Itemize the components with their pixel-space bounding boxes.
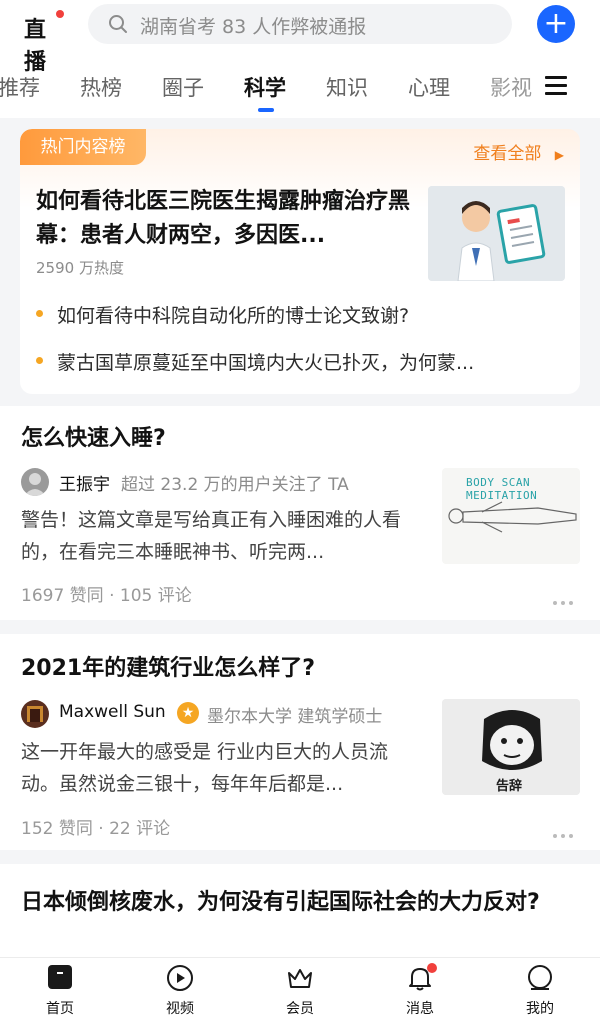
hot-item-text: 如何看待中科院自动化所的博士论文致谢? [57,305,410,327]
feed-card[interactable]: 怎么快速入睡? 王振宇 超过 23.2 万的用户关注了 TA 警告！这篇文章是写… [0,406,600,620]
video-icon [166,964,194,992]
search-icon [109,15,127,33]
doctor-thumbnail[interactable] [428,186,565,281]
hot-heat-count: 2590 万热度 [36,259,124,277]
tab-knowledge[interactable]: 知识 [326,72,368,102]
bullet-dot [36,357,43,364]
feed-card[interactable]: 2021年的建筑行业怎么样了? Maxwell Sun ★ 墨尔本大学 建筑学硕… [0,634,600,850]
live-logo[interactable]: 直播 [24,8,64,75]
author-row: 王振宇 超过 23.2 万的用户关注了 TA [21,468,431,496]
nav-profile[interactable]: 我的 [500,964,580,1018]
profile-icon [526,964,554,992]
hot-content-card[interactable]: 热门内容榜 查看全部 ▶ 如何看待北医三院医生揭露肿瘤治疗黑幕：患者人财两空，多… [20,129,580,394]
more-options-icon[interactable] [553,823,577,838]
meditation-figure-icon [448,501,577,533]
nav-label: 消息 [406,1001,434,1017]
question-title[interactable]: 日本倾倒核废水，为何没有引起国际社会的大力反对? [21,886,581,920]
tab-psychology[interactable]: 心理 [408,72,450,102]
thumbnail-caption: 告辞 [496,779,523,794]
active-tab-indicator [258,108,274,112]
author-name[interactable]: Maxwell Sun [59,702,166,722]
doctor-illustration-icon [428,186,565,281]
see-all-link[interactable]: 查看全部 ▶ [473,139,564,164]
avatar[interactable] [21,468,49,496]
live-indicator-dot [56,10,64,18]
search-placeholder: 湖南省考 83 人作弊被通报 [140,16,367,38]
nav-label: 视频 [166,1001,194,1017]
more-options-icon[interactable] [553,590,577,605]
answer-excerpt[interactable]: 这一开年最大的感受是 行业内巨大的人员流动。虽然说金三银十，每年年后都是... [21,736,425,800]
answer-stats: 1697 赞同 · 105 评论 [21,586,192,606]
question-title[interactable]: 2021年的建筑行业怎么样了? [21,652,315,686]
nav-vip[interactable]: 会员 [260,964,340,1018]
top-bar: 直播 湖南省考 83 人作弊被通报 + 推荐 热榜 圈子 科学 知识 心理 影视 [0,0,600,118]
tab-circles[interactable]: 圈子 [162,72,204,102]
plus-icon: + [543,6,569,41]
feed-card[interactable]: 日本倾倒核废水，为何没有引起国际社会的大力反对? [0,864,600,957]
avatar[interactable] [21,700,49,728]
tab-hot[interactable]: 热榜 [80,72,122,102]
nav-home[interactable]: 首页 [20,964,100,1018]
nav-messages[interactable]: 消息 [380,963,460,1018]
author-meta: 超过 23.2 万的用户关注了 TA [121,475,349,495]
create-button[interactable]: + [537,5,575,43]
nav-video[interactable]: 视频 [140,964,220,1018]
search-input[interactable]: 湖南省考 83 人作弊被通报 [88,4,512,44]
nav-label: 首页 [46,1001,74,1017]
question-title[interactable]: 怎么快速入睡? [21,422,166,456]
nav-label: 我的 [526,1001,554,1017]
answer-excerpt[interactable]: 警告！这篇文章是写给真正有入睡困难的人看的，在看完三本睡眠神书、听完两... [21,504,425,568]
author-name[interactable]: 王振宇 [59,470,110,495]
author-row: Maxwell Sun ★ 墨尔本大学 建筑学硕士 [21,700,431,728]
crown-icon [286,964,314,992]
hot-top-title[interactable]: 如何看待北医三院医生揭露肿瘤治疗黑幕：患者人财两空，多因医... [36,185,416,253]
bullet-dot [36,310,43,317]
nav-label: 会员 [286,1001,314,1017]
tab-recommend[interactable]: 推荐 [0,72,40,102]
answer-thumbnail[interactable]: BODY SCAN MEDITATION [442,468,580,564]
menu-icon[interactable] [545,76,567,96]
hot-list-badge: 热门内容榜 [20,129,146,165]
logo-text: 直播 [24,18,46,75]
home-icon [46,964,74,992]
notification-dot [427,963,437,973]
caret-right-icon: ▶ [554,148,564,162]
see-all-label: 查看全部 [473,144,542,164]
tab-film[interactable]: 影视 [490,72,532,102]
author-meta: 墨尔本大学 建筑学硕士 [207,707,383,727]
hot-list-item[interactable]: 如何看待中科院自动化所的博士论文致谢? [36,301,409,328]
tab-science[interactable]: 科学 [244,72,286,102]
hot-item-text: 蒙古国草原蔓延至中国境内大火已扑灭，为何蒙... [57,352,475,374]
answer-stats: 152 赞同 · 22 评论 [21,819,171,839]
bell-icon [406,963,437,992]
hot-list-item[interactable]: 蒙古国草原蔓延至中国境内大火已扑灭，为何蒙... [36,348,474,375]
category-tabs: 推荐 热榜 圈子 科学 知识 心理 影视 [0,68,600,112]
answer-thumbnail[interactable]: 告辞 [442,699,580,795]
verified-badge-icon: ★ [177,702,199,724]
bottom-nav: 首页 视频 会员 消息 我的 [0,957,600,1030]
